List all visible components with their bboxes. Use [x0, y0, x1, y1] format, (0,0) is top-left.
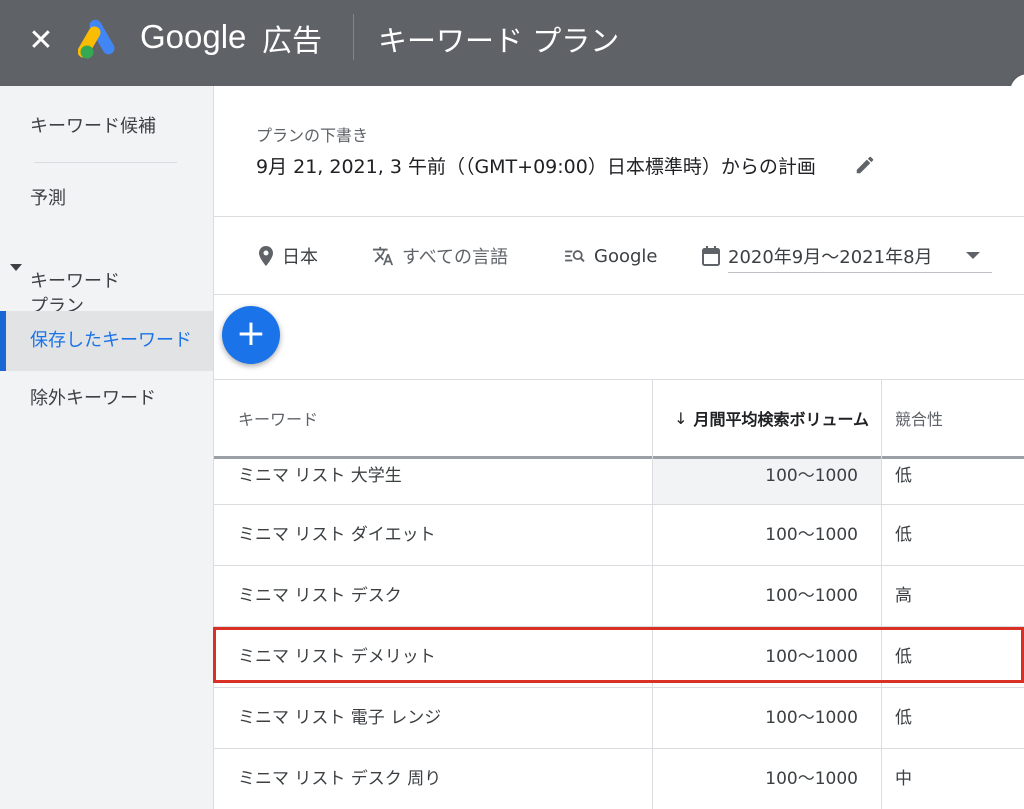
volume-cell: 100～1000: [765, 525, 858, 545]
keyword-cell: ミニマ リスト ダイエット: [238, 525, 436, 545]
calendar-icon: [702, 246, 720, 266]
brand-google: Google: [140, 18, 247, 55]
competition-cell: 中: [895, 769, 912, 789]
section-divider: [214, 294, 1024, 295]
brand-product: 広告: [262, 24, 322, 59]
table-row[interactable]: ミニマ リスト 大学生 100～1000 低: [214, 459, 1024, 505]
location-pin-icon: [259, 246, 273, 266]
sidebar-item-forecast[interactable]: 予測: [0, 184, 213, 214]
keyword-cell: ミニマ リスト 電子 レンジ: [238, 708, 442, 728]
table-row[interactable]: ミニマ リスト デメリット 100～1000 低: [214, 627, 1024, 688]
main-content: プランの下書き 9月 21, 2021, 3 午前（（GMT+09:00）日本標…: [213, 86, 1024, 809]
google-ads-logo: [78, 19, 115, 59]
location-label: 日本: [282, 247, 318, 268]
keyword-cell: ミニマ リスト デメリット: [238, 647, 436, 667]
date-range-filter[interactable]: 2020年9月～2021年8月: [702, 242, 933, 270]
sidebar-item-saved-keywords[interactable]: 保存したキーワード: [0, 311, 213, 371]
competition-cell: 低: [895, 525, 912, 545]
competition-cell: 高: [895, 586, 912, 606]
header-divider: [353, 14, 354, 60]
volume-cell: 100～1000: [765, 586, 858, 606]
arrow-down-icon: ↓: [674, 408, 688, 428]
language-filter[interactable]: すべての言語: [372, 242, 508, 270]
column-divider: [652, 380, 653, 809]
table-row[interactable]: ミニマ リスト 電子 レンジ 100～1000 低: [214, 688, 1024, 749]
table-row[interactable]: ミニマ リスト デスク 周り 100～1000 中: [214, 749, 1024, 809]
sidebar-divider: [34, 162, 177, 163]
column-header-label: キーワード: [238, 410, 319, 429]
translate-icon: [372, 246, 394, 266]
column-header-competition[interactable]: 競合性: [881, 380, 1024, 456]
table-row[interactable]: ミニマ リスト デスク 100～1000 高: [214, 566, 1024, 627]
active-indicator: [0, 311, 6, 371]
plan-name: 9月 21, 2021, 3 午前（（GMT+09:00）日本標準時）からの計画: [256, 156, 816, 178]
keyword-cell: ミニマ リスト デスク 周り: [238, 769, 442, 789]
app-header: ✕ Google 広告 キーワード プラン: [0, 0, 1024, 86]
date-range-label: 2020年9月～2021年8月: [728, 247, 933, 268]
page-title: キーワード プラン: [378, 24, 620, 58]
column-header-volume[interactable]: ↓ 月間平均検索ボリューム: [652, 380, 881, 456]
sidebar-item-keyword-ideas[interactable]: キーワード候補: [0, 112, 213, 142]
column-header-label: 月間平均検索ボリューム: [693, 410, 869, 429]
sidebar-item-label: 予測: [30, 188, 66, 209]
language-label: すべての言語: [402, 247, 509, 268]
sidebar-item-label: キーワード候補: [30, 116, 156, 137]
sidebar-item-label: 保存したキーワード: [30, 330, 192, 351]
network-label: Google: [594, 245, 658, 267]
edit-pencil-icon[interactable]: [854, 154, 876, 176]
keyword-cell: ミニマ リスト デスク: [238, 586, 402, 606]
search-network-icon: [565, 250, 585, 263]
column-header-keyword[interactable]: キーワード: [214, 380, 652, 456]
section-divider: [214, 216, 1024, 217]
sidebar-item-label: 除外キーワード: [30, 388, 156, 409]
table-row[interactable]: ミニマ リスト ダイエット 100～1000 低: [214, 505, 1024, 566]
competition-cell: 低: [895, 708, 912, 728]
close-icon[interactable]: ✕: [22, 22, 60, 60]
sidebar-item-keyword-plan[interactable]: キーワード プラン: [0, 244, 213, 317]
volume-cell: 100～1000: [765, 647, 858, 667]
volume-cell: 100～1000: [765, 769, 858, 789]
draft-label: プランの下書き: [256, 126, 369, 145]
location-filter[interactable]: 日本: [258, 242, 318, 270]
add-keyword-button[interactable]: +: [222, 306, 280, 364]
sidebar: キーワード候補 予測 キーワード プラン 保存したキーワード 除外キーワード: [0, 86, 213, 809]
column-divider: [881, 380, 882, 809]
volume-cell: 100～1000: [765, 708, 858, 728]
sidebar-item-negative-keywords[interactable]: 除外キーワード: [0, 384, 213, 414]
date-range-underline: [728, 272, 992, 273]
competition-cell: 低: [895, 647, 912, 667]
column-header-label: 競合性: [895, 410, 944, 429]
chevron-down-icon[interactable]: [966, 252, 980, 259]
network-filter[interactable]: Google: [564, 242, 657, 270]
